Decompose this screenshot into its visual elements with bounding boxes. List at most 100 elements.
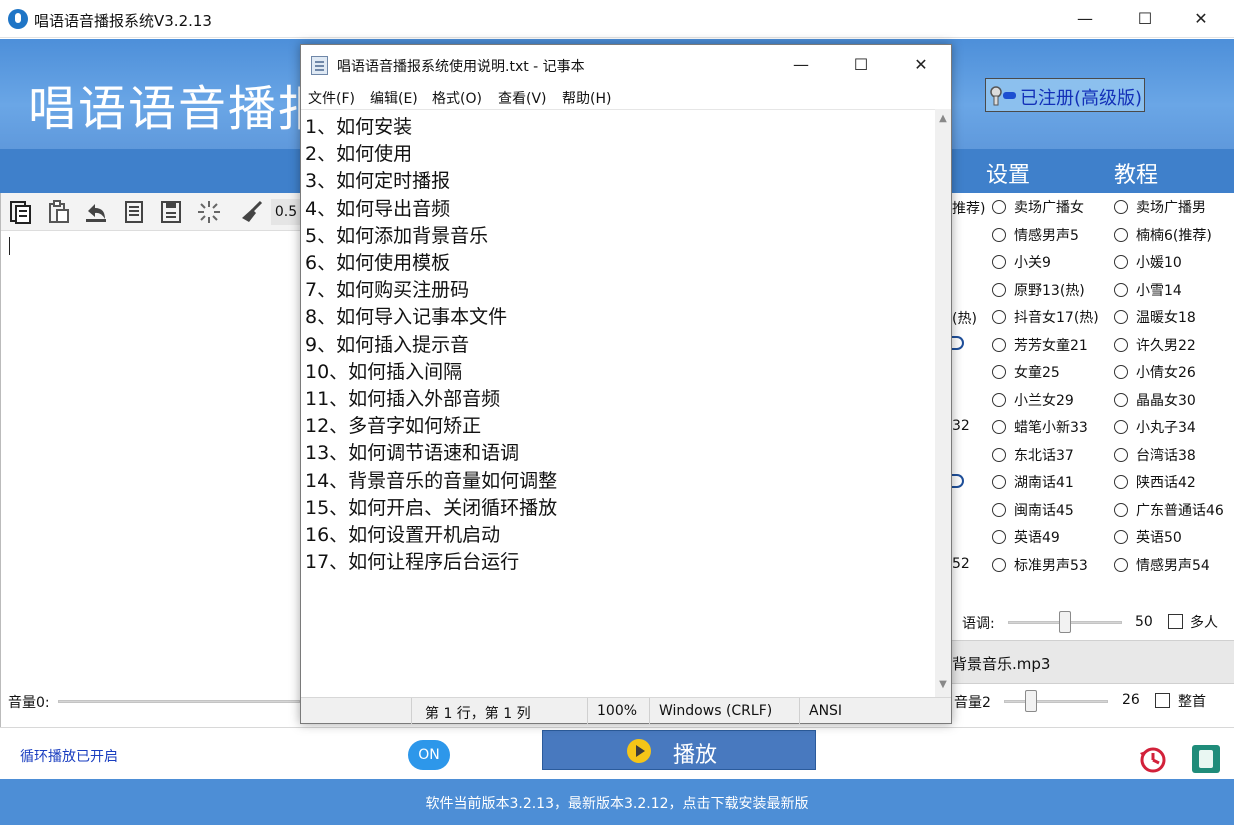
- radio-button[interactable]: [992, 530, 1006, 544]
- save-file-icon[interactable]: [158, 199, 184, 225]
- voice-option[interactable]: 闽南话45: [992, 500, 1074, 522]
- menu-edit[interactable]: 编辑(E): [370, 88, 418, 108]
- menu-help[interactable]: 帮助(H): [562, 88, 611, 108]
- voice-option[interactable]: 晶晶女30: [1114, 390, 1196, 412]
- play-button[interactable]: 播放: [542, 730, 816, 770]
- voice-option[interactable]: 东北话37: [992, 445, 1074, 467]
- menu-file[interactable]: 文件(F): [308, 88, 355, 108]
- radio-button[interactable]: [992, 365, 1006, 379]
- scroll-up-icon[interactable]: ▲: [935, 111, 951, 127]
- voice-option[interactable]: 情感男声54: [1114, 555, 1210, 577]
- microphone-icon: [8, 9, 28, 29]
- radio-button[interactable]: [992, 255, 1006, 269]
- radio-button[interactable]: [992, 227, 1006, 242]
- update-footer[interactable]: 软件当前版本3.2.13，最新版本3.2.12，点击下载安装最新版: [0, 779, 1234, 825]
- radio-button[interactable]: [992, 420, 1006, 434]
- broom-clear-icon[interactable]: [239, 199, 265, 225]
- undo-icon[interactable]: [83, 199, 109, 225]
- scheduled-timer-icon[interactable]: [1138, 745, 1168, 775]
- radio-button[interactable]: [1114, 447, 1128, 462]
- maximize-button[interactable]: ☐: [1122, 0, 1168, 38]
- voice-option[interactable]: 台湾话38: [1114, 445, 1196, 467]
- radio-button[interactable]: [1114, 392, 1128, 407]
- loading-spinner-icon[interactable]: [196, 199, 222, 225]
- notepad-vertical-scrollbar[interactable]: ▲ ▼: [935, 109, 951, 697]
- notepad-text-area[interactable]: 1、如何安装 2、如何使用 3、如何定时播报 4、如何导出音频 5、如何添加背景音乐 6、…: [301, 109, 935, 697]
- multi-checkbox[interactable]: [1168, 614, 1183, 629]
- loop-toggle[interactable]: ON: [408, 740, 450, 770]
- text-caret[interactable]: [9, 237, 10, 255]
- scroll-down-icon[interactable]: ▼: [935, 677, 951, 693]
- whole-song-checkbox[interactable]: [1155, 693, 1170, 708]
- voice-option-label: 情感男声5: [1014, 227, 1079, 244]
- text-document-icon[interactable]: [121, 199, 147, 225]
- radio-button[interactable]: [1114, 475, 1128, 489]
- new-document-icon[interactable]: [7, 199, 33, 225]
- voice-option[interactable]: 温暖女18: [1114, 307, 1196, 329]
- minimize-button[interactable]: —: [1062, 0, 1108, 38]
- voice-option[interactable]: 英语50: [1114, 527, 1182, 549]
- radio-button[interactable]: [1114, 557, 1128, 572]
- close-button[interactable]: ✕: [1178, 0, 1224, 38]
- nav-tutorial[interactable]: 教程: [1114, 157, 1158, 189]
- voice-option[interactable]: 湖南话41: [992, 472, 1074, 494]
- voice-option[interactable]: 楠楠6(推荐): [1114, 225, 1212, 247]
- menu-format[interactable]: 格式(O): [432, 88, 482, 108]
- voice-option[interactable]: 小媛10: [1114, 252, 1182, 274]
- volume-slider[interactable]: [58, 700, 300, 703]
- menu-view[interactable]: 查看(V): [498, 88, 547, 108]
- voice-option-label: 广东普通话46: [1136, 502, 1224, 519]
- export-save-icon[interactable]: [1192, 745, 1220, 773]
- notepad-close-button[interactable]: ✕: [891, 45, 951, 85]
- radio-button[interactable]: [992, 337, 1006, 352]
- radio-button[interactable]: [1114, 420, 1128, 434]
- radio-button[interactable]: [992, 475, 1006, 489]
- voice-option[interactable]: 广东普通话46: [1114, 500, 1224, 522]
- radio-button[interactable]: [1114, 255, 1128, 269]
- voice-option[interactable]: 小丸子34: [1114, 417, 1196, 439]
- voice-option[interactable]: 原野13(热): [992, 280, 1085, 302]
- volume2-slider-thumb[interactable]: [1025, 690, 1038, 712]
- radio-button[interactable]: [1114, 530, 1128, 544]
- voice-option[interactable]: 小雪14: [1114, 280, 1182, 302]
- notepad-maximize-button[interactable]: ☐: [831, 45, 891, 85]
- voice-option[interactable]: 小倩女26: [1114, 362, 1196, 384]
- radio-button[interactable]: [1114, 365, 1128, 379]
- radio-button[interactable]: [992, 392, 1006, 407]
- radio-button[interactable]: [1114, 227, 1128, 242]
- notepad-minimize-button[interactable]: —: [771, 45, 831, 85]
- voice-option[interactable]: 陕西话42: [1114, 472, 1196, 494]
- radio-button[interactable]: [992, 282, 1006, 297]
- voice-option[interactable]: 抖音女17(热): [992, 307, 1099, 329]
- radio-button[interactable]: [992, 447, 1006, 462]
- voice-option[interactable]: 女童25: [992, 362, 1060, 384]
- voice-option[interactable]: 卖场广播男: [1114, 197, 1206, 219]
- voice-option[interactable]: 标准男声53: [992, 555, 1088, 577]
- background-music-row[interactable]: 背景音乐.mp3: [952, 640, 1234, 684]
- paste-icon[interactable]: [45, 199, 71, 225]
- radio-button[interactable]: [1114, 310, 1128, 324]
- voice-option[interactable]: 卖场广播女: [992, 197, 1084, 219]
- voice-option[interactable]: 小关9: [992, 252, 1051, 274]
- voice-option[interactable]: 许久男22: [1114, 335, 1196, 357]
- radio-button[interactable]: [992, 200, 1006, 214]
- tone-slider-thumb[interactable]: [1059, 611, 1071, 633]
- speed-value[interactable]: 0.5: [271, 199, 301, 225]
- voice-option[interactable]: 芳芳女童21: [992, 335, 1088, 357]
- voice-option[interactable]: 小兰女29: [992, 390, 1074, 412]
- volume2-slider[interactable]: [1004, 700, 1108, 703]
- voice-option[interactable]: 蜡笔小新33: [992, 417, 1088, 439]
- radio-button[interactable]: [1114, 282, 1128, 297]
- text-line: 11、如何插入外部音频: [305, 388, 501, 410]
- voice-option-label: 原野13(热): [1014, 282, 1085, 299]
- nav-settings[interactable]: 设置: [986, 157, 1030, 189]
- radio-button[interactable]: [1114, 200, 1128, 214]
- radio-button[interactable]: [992, 502, 1006, 517]
- radio-button[interactable]: [1114, 337, 1128, 352]
- voice-option[interactable]: 情感男声5: [992, 225, 1079, 247]
- radio-button[interactable]: [1114, 502, 1128, 517]
- registered-badge[interactable]: 已注册(高级版): [985, 78, 1145, 112]
- radio-button[interactable]: [992, 557, 1006, 572]
- radio-button[interactable]: [992, 310, 1006, 324]
- voice-option[interactable]: 英语49: [992, 527, 1060, 549]
